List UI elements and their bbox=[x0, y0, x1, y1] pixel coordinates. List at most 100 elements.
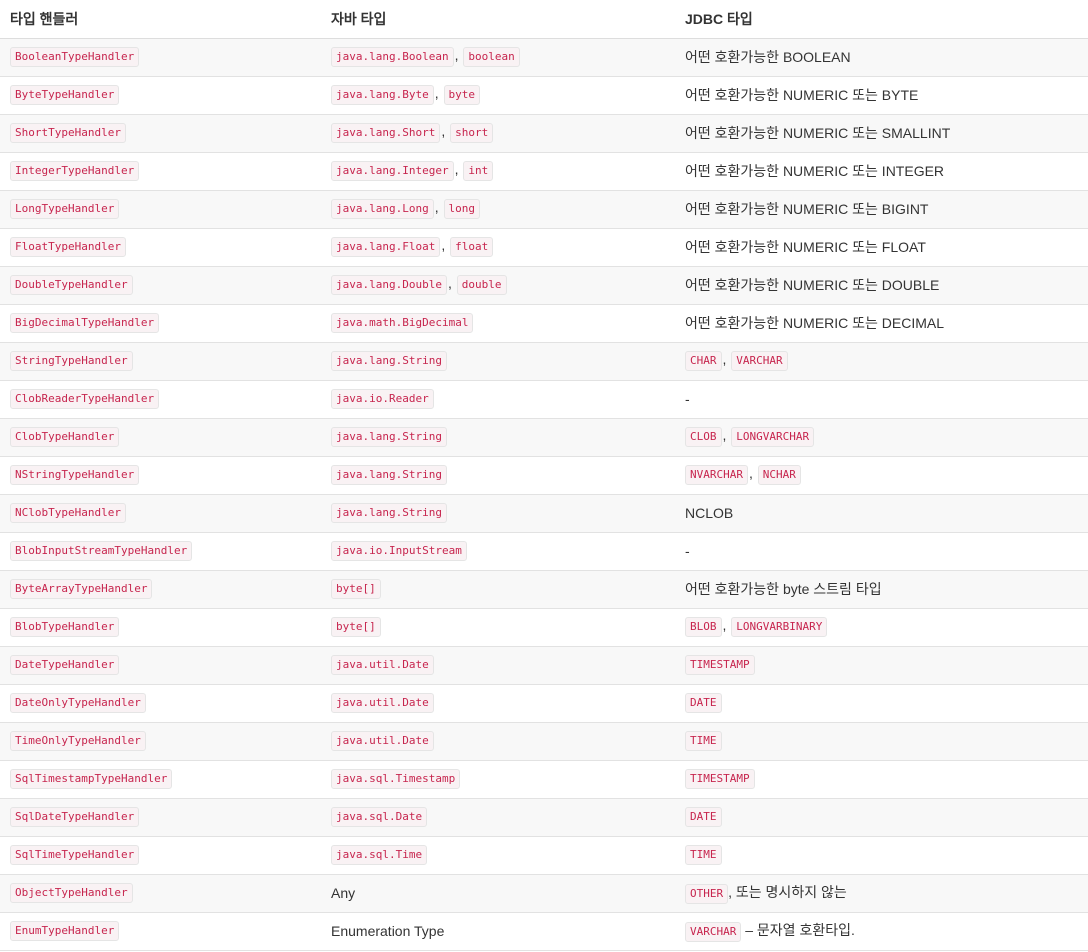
type-handler-code: BigDecimalTypeHandler bbox=[10, 313, 160, 333]
type-handler-code: EnumTypeHandler bbox=[10, 921, 120, 941]
jdbc-type-cell: DATE bbox=[675, 797, 1088, 836]
type-handler-cell: ClobTypeHandler bbox=[0, 417, 321, 456]
java-type-cell: java.io.Reader bbox=[321, 379, 675, 418]
java-type-cell: java.util.Date bbox=[321, 645, 675, 684]
jdbc-type-code: NVARCHAR bbox=[685, 465, 748, 485]
table-row: BlobInputStreamTypeHandler java.io.InputS… bbox=[0, 531, 1088, 570]
jdbc-type-code: VARCHAR bbox=[685, 922, 742, 942]
java-type-code: java.lang.Long bbox=[331, 199, 434, 219]
type-handler-code: FloatTypeHandler bbox=[10, 237, 126, 257]
table-body: BooleanTypeHandler java.lang.Boolean, boo… bbox=[0, 37, 1088, 951]
type-handler-table: 타입 핸들러 자바 타입 JDBC 타입 BooleanTypeHandler j… bbox=[0, 0, 1088, 951]
jdbc-type-code: NCHAR bbox=[757, 465, 801, 485]
jdbc-type-code: TIME bbox=[685, 731, 722, 751]
type-handler-cell: DateOnlyTypeHandler bbox=[0, 683, 321, 722]
jdbc-type-cell: TIMESTAMP bbox=[675, 645, 1088, 684]
java-type-text: Any bbox=[331, 885, 356, 901]
java-type-separator: , bbox=[447, 275, 456, 291]
table-row: FloatTypeHandler java.lang.Float, float 어떤… bbox=[0, 227, 1088, 266]
java-type-cell: java.sql.Date bbox=[321, 797, 675, 836]
jdbc-type-cell: OTHER, 또는 명시하지 않는 bbox=[675, 873, 1088, 912]
jdbc-type-cell: 어떤 호환가능한 NUMERIC 또는 BYTE bbox=[675, 75, 1088, 114]
type-handler-cell: NStringTypeHandler bbox=[0, 455, 321, 494]
java-type-code: java.lang.Integer bbox=[331, 161, 454, 181]
jdbc-type-code: BLOB bbox=[685, 617, 722, 637]
java-type-code: java.lang.String bbox=[331, 465, 447, 485]
java-type-code: java.lang.Boolean bbox=[331, 47, 454, 67]
java-type-code: java.util.Date bbox=[331, 731, 434, 751]
table-row: ClobReaderTypeHandler java.io.Reader - bbox=[0, 379, 1088, 418]
header-type-handler: 타입 핸들러 bbox=[0, 0, 321, 39]
jdbc-type-cell: CLOB, LONGVARCHAR bbox=[675, 417, 1088, 456]
jdbc-type-cell: 어떤 호환가능한 NUMERIC 또는 DECIMAL bbox=[675, 303, 1088, 342]
jdbc-type-code: TIMESTAMP bbox=[685, 655, 755, 675]
java-type-cell: java.lang.String bbox=[321, 455, 675, 494]
java-type-cell: java.io.InputStream bbox=[321, 531, 675, 570]
type-handler-cell: DoubleTypeHandler bbox=[0, 265, 321, 304]
java-type-code: java.sql.Date bbox=[331, 807, 428, 827]
java-type-code: boolean bbox=[463, 47, 520, 67]
table-row: ShortTypeHandler java.lang.Short, short 어떤… bbox=[0, 113, 1088, 152]
java-type-cell: java.lang.Byte, byte bbox=[321, 75, 675, 114]
jdbc-type-code: DATE bbox=[685, 807, 722, 827]
java-type-cell: java.lang.String bbox=[321, 493, 675, 532]
java-type-code: java.util.Date bbox=[331, 693, 434, 713]
java-type-code: float bbox=[450, 237, 494, 257]
java-type-cell: byte[] bbox=[321, 607, 675, 646]
java-type-text: Enumeration Type bbox=[331, 923, 445, 939]
type-handler-cell: ByteArrayTypeHandler bbox=[0, 569, 321, 608]
jdbc-type-cell: BLOB, LONGVARBINARY bbox=[675, 607, 1088, 646]
jdbc-type-cell: 어떤 호환가능한 NUMERIC 또는 SMALLINT bbox=[675, 113, 1088, 152]
type-handler-code: NStringTypeHandler bbox=[10, 465, 140, 485]
jdbc-type-separator: , bbox=[748, 465, 757, 481]
java-type-separator: , bbox=[454, 47, 463, 63]
jdbc-type-code: DATE bbox=[685, 693, 722, 713]
java-type-code: short bbox=[450, 123, 494, 143]
java-type-code: java.lang.Byte bbox=[331, 85, 434, 105]
java-type-separator: , bbox=[434, 199, 443, 215]
type-handler-code: DoubleTypeHandler bbox=[10, 275, 133, 295]
jdbc-type-code: LONGVARCHAR bbox=[731, 427, 815, 447]
jdbc-type-code: CLOB bbox=[685, 427, 722, 447]
table-row: ClobTypeHandler java.lang.String CLOB, LON… bbox=[0, 417, 1088, 456]
java-type-code: byte[] bbox=[331, 579, 381, 599]
java-type-cell: java.lang.Short, short bbox=[321, 113, 675, 152]
jdbc-type-text: 어떤 호환가능한 NUMERIC 또는 SMALLINT bbox=[685, 125, 951, 141]
jdbc-type-cell: DATE bbox=[675, 683, 1088, 722]
java-type-code: java.lang.String bbox=[331, 351, 447, 371]
type-handler-cell: BlobInputStreamTypeHandler bbox=[0, 531, 321, 570]
type-handler-cell: IntegerTypeHandler bbox=[0, 151, 321, 190]
type-handler-code: NClobTypeHandler bbox=[10, 503, 126, 523]
jdbc-type-cell: CHAR, VARCHAR bbox=[675, 341, 1088, 380]
jdbc-type-code: CHAR bbox=[685, 351, 722, 371]
jdbc-type-cell: TIME bbox=[675, 721, 1088, 760]
jdbc-type-text: - bbox=[685, 391, 690, 407]
type-handler-code: DateOnlyTypeHandler bbox=[10, 693, 146, 713]
java-type-cell: java.lang.Float, float bbox=[321, 227, 675, 266]
jdbc-type-text: 어떤 호환가능한 NUMERIC 또는 DECIMAL bbox=[685, 315, 945, 331]
jdbc-type-cell: 어떤 호환가능한 NUMERIC 또는 BIGINT bbox=[675, 189, 1088, 228]
jdbc-type-code: LONGVARBINARY bbox=[731, 617, 828, 637]
type-handler-code: BooleanTypeHandler bbox=[10, 47, 140, 67]
type-handler-code: ClobReaderTypeHandler bbox=[10, 389, 160, 409]
jdbc-type-text: 어떤 호환가능한 NUMERIC 또는 BIGINT bbox=[685, 201, 929, 217]
jdbc-type-text: – 문자열 호환타입. bbox=[741, 922, 855, 938]
java-type-cell: Enumeration Type bbox=[321, 911, 675, 951]
table-row: IntegerTypeHandler java.lang.Integer, int… bbox=[0, 151, 1088, 190]
header-jdbc-type: JDBC 타입 bbox=[675, 0, 1088, 39]
jdbc-type-text: 어떤 호환가능한 NUMERIC 또는 DOUBLE bbox=[685, 277, 940, 293]
java-type-separator: , bbox=[454, 161, 463, 177]
type-handler-cell: BigDecimalTypeHandler bbox=[0, 303, 321, 342]
java-type-code: int bbox=[463, 161, 494, 181]
type-handler-code: StringTypeHandler bbox=[10, 351, 133, 371]
type-handler-code: IntegerTypeHandler bbox=[10, 161, 140, 181]
java-type-cell: java.sql.Timestamp bbox=[321, 759, 675, 798]
jdbc-type-separator: , bbox=[722, 617, 731, 633]
table-row: DoubleTypeHandler java.lang.Double, doubl… bbox=[0, 265, 1088, 304]
type-handler-code: SqlTimeTypeHandler bbox=[10, 845, 140, 865]
type-handler-code: DateTypeHandler bbox=[10, 655, 120, 675]
java-type-cell: java.util.Date bbox=[321, 721, 675, 760]
jdbc-type-code: VARCHAR bbox=[731, 351, 788, 371]
java-type-code: java.lang.Double bbox=[331, 275, 447, 295]
table-row: EnumTypeHandler Enumeration Type VARCHAR –… bbox=[0, 911, 1088, 951]
